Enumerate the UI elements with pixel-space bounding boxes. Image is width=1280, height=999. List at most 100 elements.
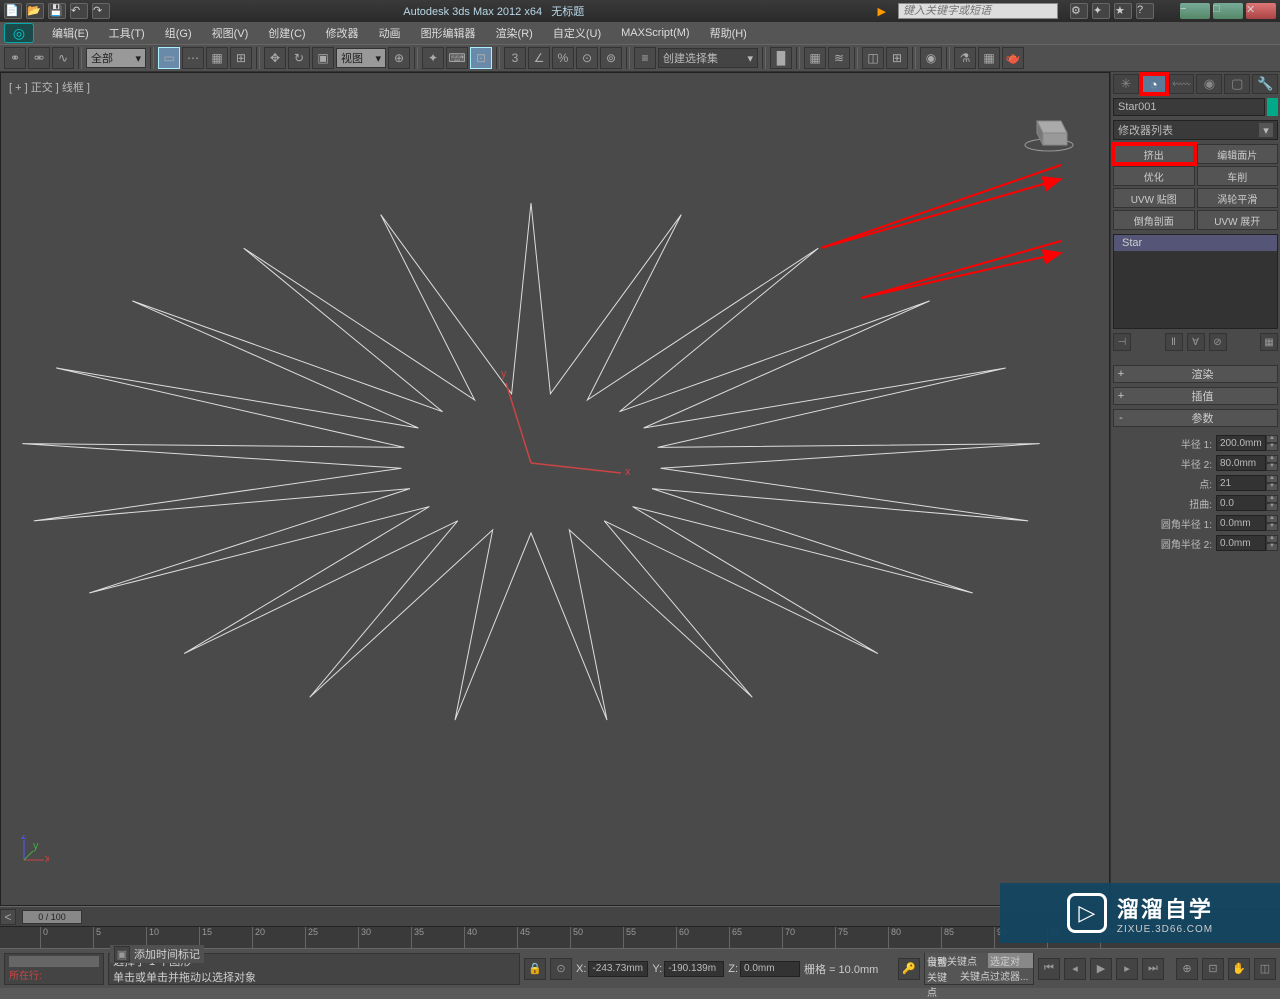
- window-cross-icon[interactable]: ⊞: [230, 47, 252, 69]
- rotate-icon[interactable]: ↻: [288, 47, 310, 69]
- modifier-list-dropdown[interactable]: 修改器列表▾: [1113, 120, 1278, 140]
- menu-edit[interactable]: 编辑(E): [42, 25, 99, 41]
- editpatch-button[interactable]: 编辑面片: [1197, 144, 1279, 164]
- bind-icon[interactable]: ∿: [52, 47, 74, 69]
- save-icon[interactable]: 💾: [48, 3, 66, 19]
- maximize-button[interactable]: □: [1213, 3, 1243, 19]
- manipulate-icon[interactable]: ✦: [422, 47, 444, 69]
- pivot-icon[interactable]: ⊕: [388, 47, 410, 69]
- modify-tab[interactable]: ◔: [1141, 74, 1167, 94]
- select-name-icon[interactable]: ⋯: [182, 47, 204, 69]
- menu-render[interactable]: 渲染(R): [486, 25, 543, 41]
- filter-dropdown[interactable]: 全部▾: [86, 48, 146, 68]
- material-icon[interactable]: ◉: [920, 47, 942, 69]
- star-shape[interactable]: x y: [11, 153, 1051, 753]
- select-icon[interactable]: ▭: [158, 47, 180, 69]
- move-icon[interactable]: ✥: [264, 47, 286, 69]
- pin-stack-icon[interactable]: ⊣: [1113, 333, 1131, 351]
- menu-tools[interactable]: 工具(T): [99, 25, 155, 41]
- viewcube[interactable]: [1019, 103, 1079, 153]
- help-icon[interactable]: ⚙: [1070, 3, 1088, 19]
- setkey-button[interactable]: 设置关键点: [925, 968, 958, 984]
- search-input[interactable]: [898, 3, 1058, 19]
- timeline-toggle-icon[interactable]: <: [0, 909, 16, 925]
- unique-icon[interactable]: ∀: [1187, 333, 1205, 351]
- motion-tab[interactable]: ◉: [1196, 74, 1222, 94]
- percent-snap-icon[interactable]: %: [552, 47, 574, 69]
- optimize-button[interactable]: 优化: [1113, 166, 1195, 186]
- isolate-icon[interactable]: ⊙: [550, 958, 572, 980]
- menu-modifiers[interactable]: 修改器: [316, 25, 369, 41]
- undo-icon[interactable]: ↶: [70, 3, 88, 19]
- display-tab[interactable]: ▢: [1224, 74, 1250, 94]
- align-icon[interactable]: ▦: [804, 47, 826, 69]
- render-setup-icon[interactable]: ⚗: [954, 47, 976, 69]
- menu-create[interactable]: 创建(C): [258, 25, 315, 41]
- lock-icon[interactable]: 🔒: [524, 958, 546, 980]
- keyboard-icon[interactable]: ⌨: [446, 47, 468, 69]
- redo-icon[interactable]: ↷: [92, 3, 110, 19]
- rss-icon[interactable]: ▶: [878, 5, 886, 18]
- minimize-button[interactable]: −: [1180, 3, 1210, 19]
- viewport[interactable]: [ + ] 正交 ] 线框 ] x y x z y: [0, 72, 1110, 906]
- show-result-icon[interactable]: Ⅱ: [1165, 333, 1183, 351]
- extrude-button[interactable]: 挤出: [1113, 144, 1195, 164]
- stack-item-star[interactable]: Star: [1114, 235, 1277, 251]
- app-icon[interactable]: ◎: [4, 23, 34, 43]
- menu-group[interactable]: 组(G): [155, 25, 202, 41]
- interp-rollout[interactable]: +插值: [1113, 387, 1278, 405]
- menu-animation[interactable]: 动画: [369, 25, 411, 41]
- next-frame-icon[interactable]: ▸: [1116, 958, 1138, 980]
- named-sel-icon[interactable]: ≡: [634, 47, 656, 69]
- link-icon[interactable]: ⚭: [4, 47, 26, 69]
- params-rollout[interactable]: -参数: [1113, 409, 1278, 427]
- viewport-nav1-icon[interactable]: ⊕: [1176, 958, 1198, 980]
- snap3-icon[interactable]: 3: [504, 47, 526, 69]
- goto-end-icon[interactable]: ⏭: [1142, 958, 1164, 980]
- close-button[interactable]: ✕: [1246, 3, 1276, 19]
- timetag-icon[interactable]: ▣: [114, 946, 130, 962]
- mirror-icon[interactable]: ▐▌: [770, 47, 792, 69]
- modifier-stack[interactable]: Star: [1113, 234, 1278, 329]
- keyfilter-button[interactable]: 关键点过滤器...: [958, 968, 1033, 984]
- viewport-nav3-icon[interactable]: ✋: [1228, 958, 1250, 980]
- unlink-icon[interactable]: ⚮: [28, 47, 50, 69]
- menu-customize[interactable]: 自定义(U): [543, 25, 611, 41]
- selset-dropdown[interactable]: 创建选择集▾: [658, 48, 758, 68]
- curve-editor-icon[interactable]: ◫: [862, 47, 884, 69]
- q-icon[interactable]: ?: [1136, 3, 1154, 19]
- open-icon[interactable]: 📂: [26, 3, 44, 19]
- schematic-icon[interactable]: ⊞: [886, 47, 908, 69]
- remove-mod-icon[interactable]: ⊘: [1209, 333, 1227, 351]
- snap-toggle-icon[interactable]: ⊚: [600, 47, 622, 69]
- menu-view[interactable]: 视图(V): [202, 25, 259, 41]
- maxscript-mini[interactable]: 所在行:: [4, 953, 104, 985]
- comm-icon[interactable]: ✦: [1092, 3, 1110, 19]
- goto-start-icon[interactable]: ⏮: [1038, 958, 1060, 980]
- prev-frame-icon[interactable]: ◂: [1064, 958, 1086, 980]
- spinner-snap-icon[interactable]: ⊙: [576, 47, 598, 69]
- menu-grapheditors[interactable]: 图形编辑器: [411, 25, 486, 41]
- create-tab[interactable]: ✳: [1113, 74, 1139, 94]
- layers-icon[interactable]: ≋: [828, 47, 850, 69]
- selonly-dropdown[interactable]: 选定对: [988, 953, 1033, 968]
- refcoord-dropdown[interactable]: 视图▾: [336, 48, 386, 68]
- play-icon[interactable]: ▶: [1090, 958, 1112, 980]
- render-icon[interactable]: 🫖: [1002, 47, 1024, 69]
- snap-icon[interactable]: ⊡: [470, 47, 492, 69]
- object-name-input[interactable]: [1113, 98, 1265, 116]
- rect-select-icon[interactable]: ▦: [206, 47, 228, 69]
- menu-maxscript[interactable]: MAXScript(M): [611, 27, 699, 39]
- scale-icon[interactable]: ▣: [312, 47, 334, 69]
- menu-help[interactable]: 帮助(H): [700, 25, 757, 41]
- key-icon[interactable]: 🔑: [898, 958, 920, 980]
- bevelprofile-button[interactable]: 倒角剖面: [1113, 210, 1195, 230]
- uvwunwrap-button[interactable]: UVW 展开: [1197, 210, 1279, 230]
- viewport-nav2-icon[interactable]: ⊡: [1202, 958, 1224, 980]
- angle-snap-icon[interactable]: ∠: [528, 47, 550, 69]
- viewport-nav4-icon[interactable]: ◫: [1254, 958, 1276, 980]
- viewport-label[interactable]: [ + ] 正交 ] 线框 ]: [9, 79, 90, 95]
- new-icon[interactable]: 📄: [4, 3, 22, 19]
- configure-icon[interactable]: ▦: [1260, 333, 1278, 351]
- lathe-button[interactable]: 车削: [1197, 166, 1279, 186]
